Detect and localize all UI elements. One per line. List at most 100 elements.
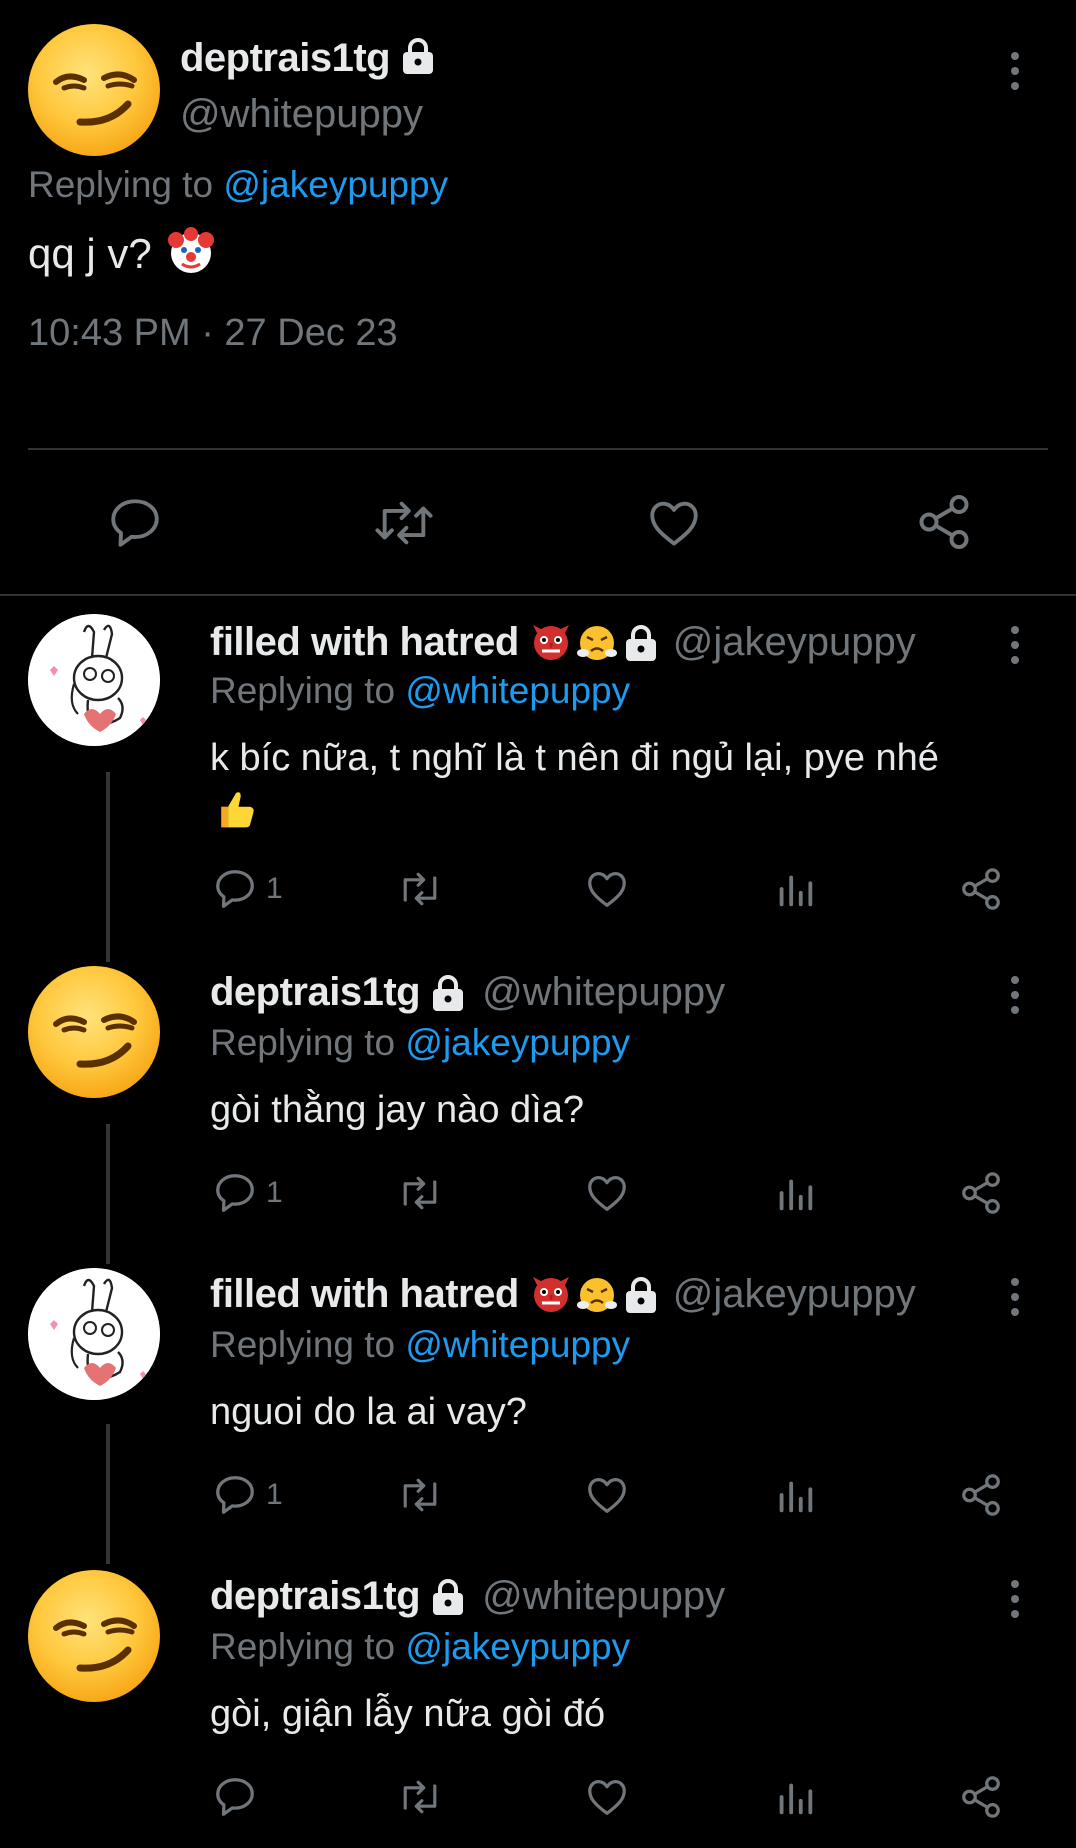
smirk-face-icon [53,71,137,126]
heart-icon [588,872,626,907]
steam-face-icon [576,1276,617,1313]
views-button[interactable] [772,1170,818,1221]
retweet-icon [403,1780,437,1814]
more-options-icon[interactable] [1010,52,1020,90]
mention-link[interactable]: @whitepuppy [405,1324,630,1365]
reply-icon [111,499,159,547]
retweet-icon [403,1478,437,1512]
retweet-icon [403,1176,437,1210]
share-button[interactable] [958,1774,1004,1825]
section-divider [0,594,1076,596]
thread-connector [106,1424,110,1564]
avatar[interactable] [28,24,160,156]
retweet-button[interactable] [372,494,436,557]
retweet-icon [375,501,433,545]
retweet-button[interactable] [396,1774,444,1825]
views-button[interactable] [772,866,818,917]
reply-button[interactable] [106,494,164,557]
views-button[interactable] [772,1774,818,1825]
tweet-text: nguoi do la ai vay? [210,1391,527,1433]
more-options-icon[interactable] [1010,626,1020,664]
views-icon [779,875,813,907]
lock-icon [400,37,436,80]
mention-link[interactable]: @whitepuppy [405,670,630,711]
retweet-icon [403,872,437,906]
handle[interactable]: @jakeypuppy [673,1272,916,1317]
avatar[interactable] [28,1268,160,1400]
more-options-icon[interactable] [1010,976,1020,1014]
views-button[interactable] [772,1472,818,1523]
reply-icon [216,1174,254,1212]
tweet-text: k bíc nữa, t nghĩ là t nên đi ngủ lại, p… [210,737,939,779]
reply-button[interactable]: 1 [212,866,283,912]
heart-icon [588,1478,626,1513]
display-name[interactable]: deptrais1tg [180,36,391,81]
like-button[interactable] [584,866,630,917]
handle[interactable]: @whitepuppy [482,1574,725,1619]
display-name[interactable]: filled with hatred [210,1272,519,1317]
avatar[interactable] [28,614,160,746]
share-icon [962,1172,1000,1214]
handle[interactable]: @whitepuppy [482,970,725,1015]
share-button[interactable] [914,492,974,557]
share-button[interactable] [958,1170,1004,1221]
retweet-button[interactable] [396,866,444,917]
divider [28,448,1048,450]
reply-button[interactable]: 1 [212,1170,283,1216]
bunny-avatar-icon [28,1268,160,1400]
retweet-button[interactable] [396,1472,444,1523]
display-name[interactable]: deptrais1tg [210,1574,421,1619]
display-name[interactable]: filled with hatred [210,620,519,665]
handle[interactable]: @jakeypuppy [673,620,916,665]
more-options-icon[interactable] [1010,1278,1020,1316]
share-button[interactable] [958,1472,1004,1523]
lock-icon [431,974,466,1012]
smirk-face-icon [28,966,160,1098]
share-icon [962,868,1000,910]
heart-icon [650,501,698,546]
tweet-text: gòi thằng jay nào dìa? [210,1089,584,1131]
reply-button[interactable] [212,1774,266,1820]
reply-button[interactable]: 1 [212,1472,283,1518]
timestamp[interactable]: 10:43 PM · 27 Dec 23 [28,312,398,355]
lock-icon [431,1578,466,1616]
views-icon [779,1481,813,1513]
reply-count: 1 [266,1176,283,1209]
lock-icon [623,624,658,662]
handle[interactable]: @whitepuppy [180,92,423,137]
mention-link[interactable]: @jakeypuppy [405,1022,630,1063]
reply-count: 1 [266,1478,283,1511]
display-name[interactable]: deptrais1tg [210,970,421,1015]
bunny-avatar-icon [28,614,160,746]
views-icon [779,1783,813,1815]
tweet-text: gòi, giận lẫy nữa gòi đó [210,1693,606,1735]
lock-icon [623,1276,658,1314]
replying-to: Replying to @jakeypuppy [28,164,449,205]
reply-icon [216,1778,254,1816]
mention-link[interactable]: @jakeypuppy [223,164,448,205]
views-icon [779,1179,813,1211]
goblin-icon [531,1275,571,1313]
thumbs-up-icon [212,786,258,837]
share-button[interactable] [958,866,1004,917]
share-icon [919,495,969,549]
avatar[interactable] [28,966,160,1098]
thread-connector [106,772,110,962]
like-button[interactable] [584,1774,630,1825]
reply-icon [216,870,254,908]
like-button[interactable] [584,1170,630,1221]
like-button[interactable] [584,1472,630,1523]
goblin-icon [531,623,571,661]
share-icon [962,1474,1000,1516]
reply-count: 1 [266,872,283,905]
mention-link[interactable]: @jakeypuppy [405,1626,630,1667]
heart-icon [588,1780,626,1815]
tweet-text: qq j v? [28,229,152,277]
like-button[interactable] [644,494,704,557]
replying-to: Replying to @jakeypuppy [210,1626,631,1667]
replying-to: Replying to @whitepuppy [210,1324,631,1365]
retweet-button[interactable] [396,1170,444,1221]
more-options-icon[interactable] [1010,1580,1020,1618]
heart-icon [588,1176,626,1211]
avatar[interactable] [28,1570,160,1702]
